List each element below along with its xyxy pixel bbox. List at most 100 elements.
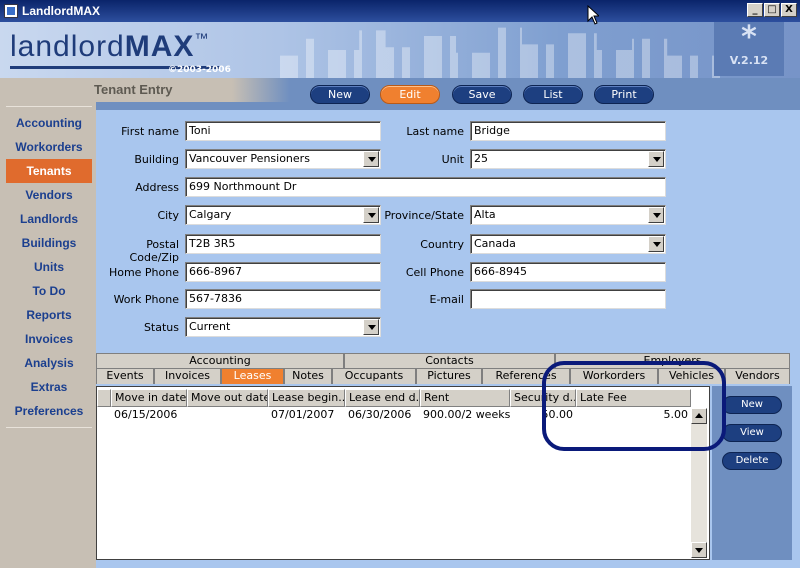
save-button[interactable]: Save <box>452 85 512 104</box>
new-button[interactable]: New <box>310 85 370 104</box>
chevron-down-icon[interactable] <box>363 319 379 335</box>
cell-phone-label: Cell Phone <box>405 266 464 279</box>
country-label: Country <box>420 238 464 251</box>
sidebar-item-buildings[interactable]: Buildings <box>6 231 92 255</box>
sidebar-item-vendors[interactable]: Vendors <box>6 183 92 207</box>
chevron-down-icon[interactable] <box>648 236 664 252</box>
province-value: Alta <box>474 208 496 221</box>
sidebar-item-todo[interactable]: To Do <box>6 279 92 303</box>
sidebar-nav: Accounting Workorders Tenants Vendors La… <box>6 106 92 428</box>
sidebar: Accounting Workorders Tenants Vendors La… <box>0 78 96 568</box>
app-logo: landlordMAX™ <box>10 30 209 64</box>
app-header: landlordMAX™ ©2003-2006 * V.2.12 <box>0 22 800 78</box>
title-bar: LandlordMAX _ □ X <box>0 0 800 22</box>
edit-button[interactable]: Edit <box>380 85 440 104</box>
postal-field[interactable]: T2B 3R5 <box>185 234 381 254</box>
cell-phone-field[interactable]: 666-8945 <box>470 262 666 282</box>
maximize-button[interactable]: □ <box>764 3 780 17</box>
column-header[interactable]: Move out date <box>187 389 268 407</box>
version-badge: * V.2.12 <box>714 22 784 76</box>
country-select[interactable]: Canada <box>470 234 666 254</box>
table-cell: 06/30/2006 <box>348 408 412 421</box>
tab-vendors[interactable]: Vendors <box>725 368 790 384</box>
sidebar-item-preferences[interactable]: Preferences <box>6 399 92 423</box>
skyline-graphic <box>280 27 720 78</box>
sidebar-item-units[interactable]: Units <box>6 255 92 279</box>
tab-pictures[interactable]: Pictures <box>416 368 482 384</box>
close-button[interactable]: X <box>781 3 797 17</box>
sidebar-item-invoices[interactable]: Invoices <box>6 327 92 351</box>
email-label: E-mail <box>429 293 465 306</box>
email-field[interactable] <box>470 289 666 309</box>
building-value: Vancouver Pensioners <box>189 152 310 165</box>
unit-select[interactable]: 25 <box>470 149 666 169</box>
tab-occupants[interactable]: Occupants <box>332 368 416 384</box>
table-cell: 06/15/2006 <box>114 408 178 421</box>
table-cell: 900.00/2 weeks <box>423 408 510 421</box>
sidebar-item-analysis[interactable]: Analysis <box>6 351 92 375</box>
building-select[interactable]: Vancouver Pensioners <box>185 149 381 169</box>
lease-view-button[interactable]: View <box>722 424 782 442</box>
chevron-down-icon[interactable] <box>648 151 664 167</box>
lease-new-button[interactable]: New <box>722 396 782 414</box>
table-cell: 07/01/2007 <box>271 408 335 421</box>
tab-leases[interactable]: Leases <box>221 368 284 384</box>
table-cell <box>187 408 268 423</box>
tab-accounting[interactable]: Accounting <box>96 353 344 369</box>
city-label: City <box>157 209 179 222</box>
logo-suffix: MAX <box>124 30 195 63</box>
home-phone-field[interactable]: 666-8967 <box>185 262 381 282</box>
home-phone-label: Home Phone <box>108 266 179 279</box>
column-header[interactable]: Rent <box>420 389 510 407</box>
province-label: Province/State <box>384 209 464 222</box>
window-controls: _ □ X <box>747 3 797 17</box>
tab-events[interactable]: Events <box>96 368 154 384</box>
postal-label: Postal Code/Zip <box>129 238 179 264</box>
province-select[interactable]: Alta <box>470 205 666 225</box>
chevron-down-icon[interactable] <box>648 207 664 223</box>
address-field[interactable]: 699 Northmount Dr <box>185 177 666 197</box>
city-value: Calgary <box>189 208 232 221</box>
unit-label: Unit <box>441 153 464 166</box>
tab-contacts[interactable]: Contacts <box>344 353 555 369</box>
building-label: Building <box>134 153 179 166</box>
highlight-ring <box>542 361 726 451</box>
tab-invoices[interactable]: Invoices <box>154 368 221 384</box>
asterisk-icon: * <box>741 22 757 55</box>
column-header[interactable]: Lease begin... <box>268 389 345 407</box>
tab-notes[interactable]: Notes <box>284 368 332 384</box>
logo-trademark: ™ <box>194 30 210 46</box>
chevron-down-icon[interactable] <box>363 207 379 223</box>
scroll-down-icon[interactable] <box>691 542 707 558</box>
print-button[interactable]: Print <box>594 85 654 104</box>
page-title: Tenant Entry <box>94 82 173 97</box>
status-label: Status <box>143 321 179 334</box>
sidebar-item-landlords[interactable]: Landlords <box>6 207 92 231</box>
city-select[interactable]: Calgary <box>185 205 381 225</box>
column-header[interactable]: Move in date <box>111 389 187 407</box>
lease-delete-button[interactable]: Delete <box>722 452 782 470</box>
copyright-text: ©2003-2006 <box>168 65 231 75</box>
sidebar-item-reports[interactable]: Reports <box>6 303 92 327</box>
work-phone-label: Work Phone <box>113 293 179 306</box>
chevron-down-icon[interactable] <box>363 151 379 167</box>
first-name-field[interactable]: Toni <box>185 121 381 141</box>
column-header[interactable]: Lease end d... <box>345 389 420 407</box>
status-value: Current <box>189 320 231 333</box>
row-selector-header <box>97 389 111 407</box>
last-name-field[interactable]: Bridge <box>470 121 666 141</box>
window-title: LandlordMAX <box>22 4 100 18</box>
list-button[interactable]: List <box>523 85 583 104</box>
sidebar-item-accounting[interactable]: Accounting <box>6 111 92 135</box>
last-name-label: Last name <box>406 125 464 138</box>
sidebar-item-extras[interactable]: Extras <box>6 375 92 399</box>
app-icon <box>4 4 18 18</box>
status-select[interactable]: Current <box>185 317 381 337</box>
work-phone-field[interactable]: 567-7836 <box>185 289 381 309</box>
sidebar-item-tenants[interactable]: Tenants <box>6 159 92 183</box>
sidebar-item-workorders[interactable]: Workorders <box>6 135 92 159</box>
version-text: V.2.12 <box>729 54 769 67</box>
unit-value: 25 <box>474 152 488 165</box>
minimize-button[interactable]: _ <box>747 3 763 17</box>
row-selector[interactable] <box>97 408 111 423</box>
